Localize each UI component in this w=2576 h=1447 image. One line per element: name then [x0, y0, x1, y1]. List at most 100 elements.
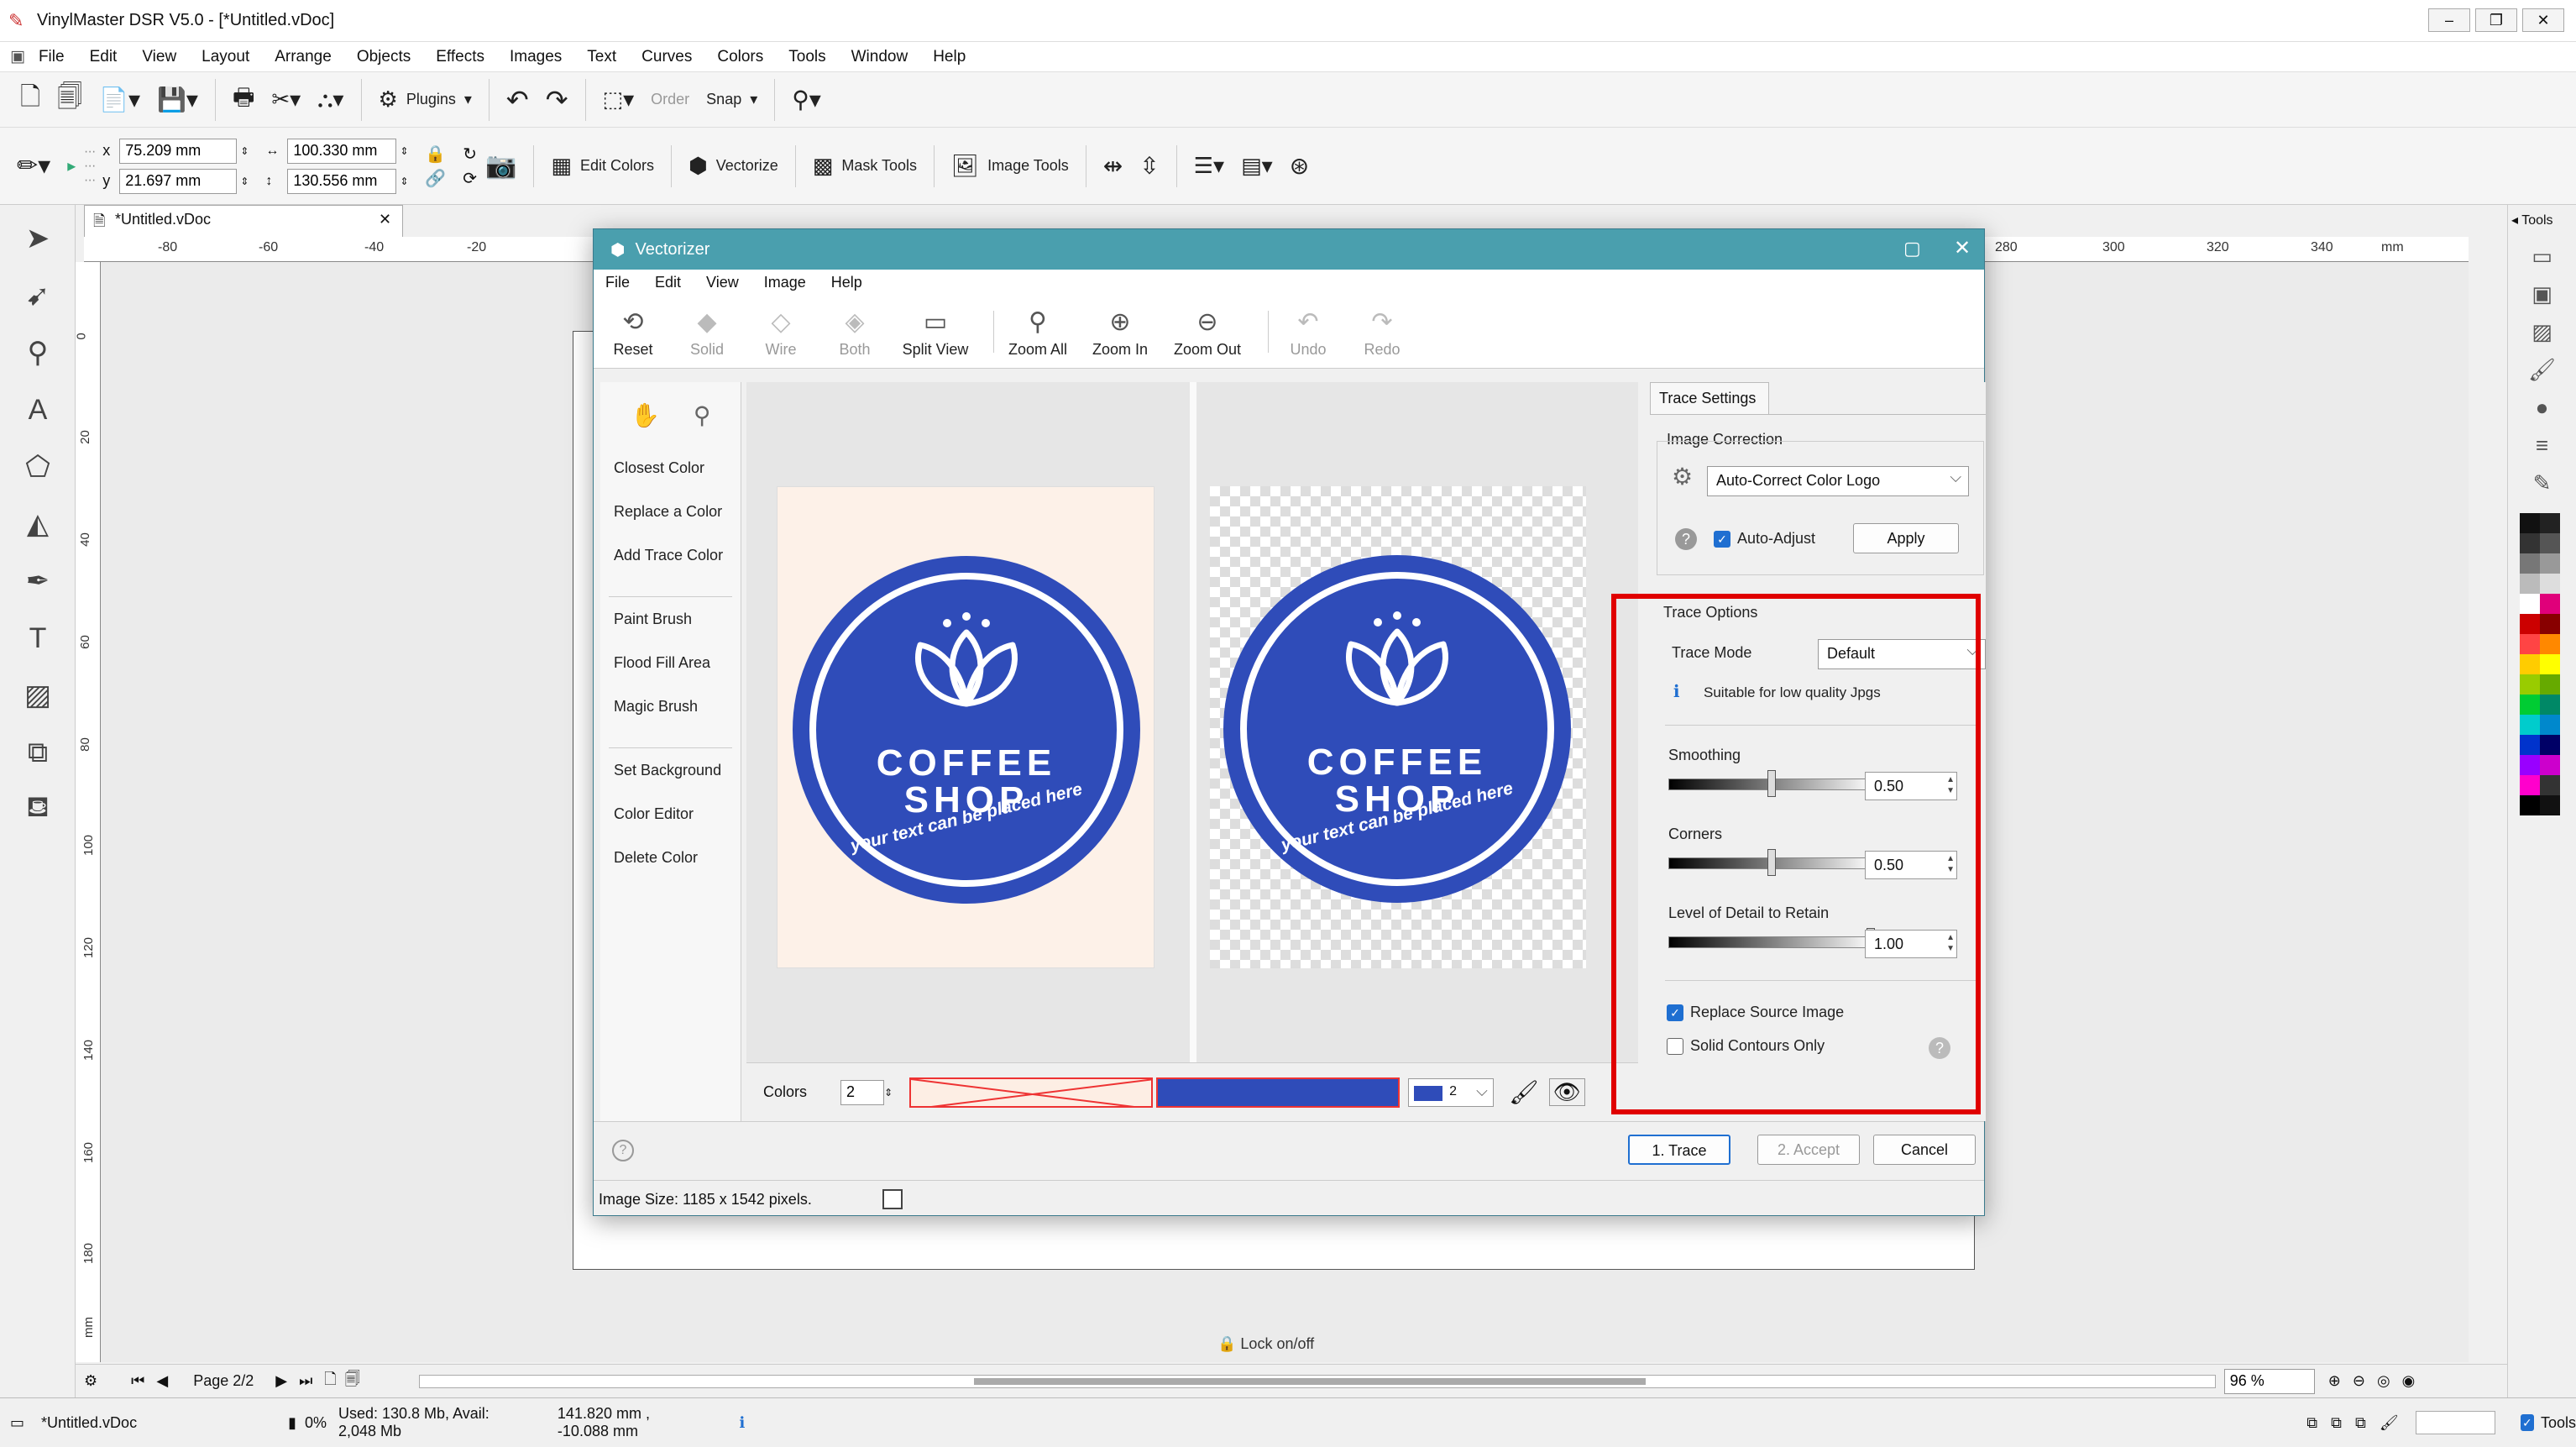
menu-help[interactable]: Help [933, 48, 966, 66]
menu-colors[interactable]: Colors [717, 48, 763, 66]
hand-icon[interactable]: ✋ [631, 401, 660, 429]
save-icon[interactable]: 💾▾ [149, 81, 207, 118]
x-field[interactable] [119, 138, 238, 164]
page-settings-icon[interactable]: ⚙ [84, 1372, 97, 1390]
menu-text[interactable]: Text [587, 48, 616, 66]
print-icon[interactable]: 🖶 [224, 81, 263, 118]
node-tool-icon[interactable]: ✏▾ [8, 148, 59, 185]
info-icon[interactable]: ℹ [739, 1414, 745, 1432]
menu-layout[interactable]: Layout [202, 48, 249, 66]
menu-tools[interactable]: Tools [788, 48, 825, 66]
doc-tab-close-icon[interactable]: ✕ [379, 211, 391, 228]
fill-tool-icon[interactable]: ◭ [14, 501, 61, 548]
magnifier-icon[interactable]: ⚲ [694, 401, 711, 429]
width-spin[interactable]: ⇕ [400, 145, 408, 157]
camera-icon[interactable]: 📷 [477, 148, 525, 185]
zoom-in-button[interactable]: ⊕ Zoom In [1085, 304, 1155, 359]
status-tool-icon-3[interactable]: ⧉ [2355, 1414, 2366, 1432]
cancel-button[interactable]: Cancel [1873, 1135, 1976, 1165]
last-page-icon[interactable]: ⏭ [299, 1372, 312, 1390]
color-editor-tool[interactable]: Color Editor [600, 792, 741, 836]
dialog-close-button[interactable]: ✕ [1954, 236, 1971, 260]
edit-colors-button[interactable]: ▦ Edit Colors [542, 148, 662, 185]
split-divider[interactable] [1190, 382, 1196, 1062]
dialog-maximize-button[interactable]: ▢ [1903, 238, 1921, 260]
flood-fill-tool[interactable]: Flood Fill Area [600, 641, 741, 684]
refresh-icon[interactable]: ⟳ [463, 168, 477, 189]
menu-arrange[interactable]: Arrange [275, 48, 332, 66]
dlg-menu-file[interactable]: File [605, 274, 630, 291]
minimize-button[interactable]: – [2428, 8, 2470, 32]
text-tool-icon[interactable]: A [14, 386, 61, 433]
zoom-tool-icon[interactable]: ⚲ [14, 329, 61, 376]
solid-button[interactable]: ◆ Solid [676, 304, 738, 359]
copy-page-icon[interactable]: 🗐 [345, 1369, 360, 1394]
color-select-dropdown[interactable]: 2 ⌵ [1408, 1077, 1495, 1107]
menu-edit[interactable]: Edit [90, 48, 118, 66]
bucket-tool-icon[interactable]: ⛾ [14, 786, 61, 833]
templates-icon[interactable]: 🗐 [49, 81, 91, 118]
magic-brush-tool[interactable]: Magic Brush [600, 684, 741, 728]
close-button[interactable]: ✕ [2522, 8, 2564, 32]
flip-v-icon[interactable]: ⇳ [1131, 148, 1167, 185]
tools-checkbox[interactable]: ✓ [2520, 1414, 2534, 1431]
transform-tool-icon[interactable]: ⧉ [14, 729, 61, 776]
anchor-grid-icon[interactable]: ⋯ ⋯ ⋯ [84, 144, 96, 187]
redo-icon[interactable]: ↷ [537, 81, 577, 118]
weed-icon[interactable]: ⚲▾ [783, 81, 830, 118]
trace-button[interactable]: 1. Trace [1628, 1135, 1730, 1165]
anchor-icon[interactable]: ▸ [59, 148, 84, 185]
split-view-button[interactable]: ▭ Split View [898, 304, 973, 359]
paint-brush-tool[interactable]: Paint Brush [600, 597, 741, 641]
zoom-out-icon[interactable]: ⊖ [2353, 1372, 2365, 1390]
doc-menu-icon[interactable]: ▣ [10, 47, 25, 66]
cut-icon[interactable]: ✂▾ [263, 81, 309, 118]
shapes-tool-icon[interactable]: ⬠ [14, 443, 61, 490]
add-trace-color-tool[interactable]: Add Trace Color [600, 533, 741, 577]
zoom-fit-icon[interactable]: ◎ [2377, 1372, 2390, 1390]
horizontal-scrollbar[interactable] [418, 1374, 2216, 1388]
status-tool-icon-2[interactable]: ⧉ [2331, 1414, 2342, 1432]
rotate-icon[interactable]: ↻ [463, 144, 477, 165]
help-icon[interactable]: ? [1675, 528, 1697, 550]
preview-toggle-icon[interactable]: 👁 [1548, 1078, 1585, 1106]
lock-ratio-icon[interactable]: 🔒 [425, 144, 446, 165]
scrollbar-thumb[interactable] [973, 1377, 1646, 1385]
distribute-icon[interactable]: ▤▾ [1233, 148, 1281, 185]
pen-tool-icon[interactable]: ✒ [14, 558, 61, 605]
menu-curves[interactable]: Curves [641, 48, 692, 66]
zoom-in-icon[interactable]: ⊕ [2328, 1372, 2341, 1390]
apply-button[interactable]: Apply [1853, 523, 1959, 553]
menu-file[interactable]: File [39, 48, 65, 66]
align-icon[interactable]: ☰▾ [1186, 148, 1233, 185]
pointer-tool-icon[interactable]: ➤ [14, 215, 61, 262]
add-page-icon[interactable]: 🗋 [324, 1369, 336, 1394]
first-page-icon[interactable]: ⏮ [131, 1372, 144, 1390]
panel-page-icon[interactable]: ▭ [2531, 244, 2552, 270]
mask-tools-button[interactable]: ▩ Mask Tools [804, 148, 925, 185]
menu-effects[interactable]: Effects [436, 48, 484, 66]
source-image-view[interactable]: COFFEE SHOP your text can be placed here [746, 382, 1190, 1062]
y-field[interactable] [119, 168, 238, 194]
auto-adjust-check[interactable]: ✓ [1714, 531, 1730, 548]
maximize-button[interactable]: ❐ [2475, 8, 2517, 32]
lock-toggle[interactable]: 🔒 Lock on/off [1217, 1335, 1314, 1353]
panel-layers-icon[interactable]: ▣ [2531, 281, 2552, 307]
vectorize-button[interactable]: ⬢ Vectorize [680, 148, 787, 185]
zoom-out-button[interactable]: ⊖ Zoom Out [1167, 304, 1248, 359]
color-swatch-background[interactable] [909, 1077, 1154, 1108]
status-checkbox[interactable] [882, 1189, 903, 1209]
both-button[interactable]: ◈ Both [824, 304, 886, 359]
image-correction-dropdown[interactable]: Auto-Correct Color Logo [1707, 466, 1969, 496]
zoom-field[interactable] [2223, 1368, 2315, 1394]
prev-page-icon[interactable]: ◀ [156, 1372, 168, 1390]
menu-view[interactable]: View [142, 48, 176, 66]
color-palette[interactable] [2520, 513, 2563, 815]
panel-brush-icon[interactable]: 🖌 [2528, 357, 2556, 383]
plugins-button[interactable]: ⚙ Plugins ▾ [370, 81, 480, 118]
menu-objects[interactable]: Objects [357, 48, 411, 66]
color-swatch-blue[interactable] [1156, 1077, 1401, 1108]
panel-circle-icon[interactable]: ● [2536, 395, 2549, 421]
colors-count-spin[interactable]: ⇕ [884, 1087, 893, 1098]
color-picker-icon[interactable]: 🖌 [1509, 1078, 1539, 1106]
